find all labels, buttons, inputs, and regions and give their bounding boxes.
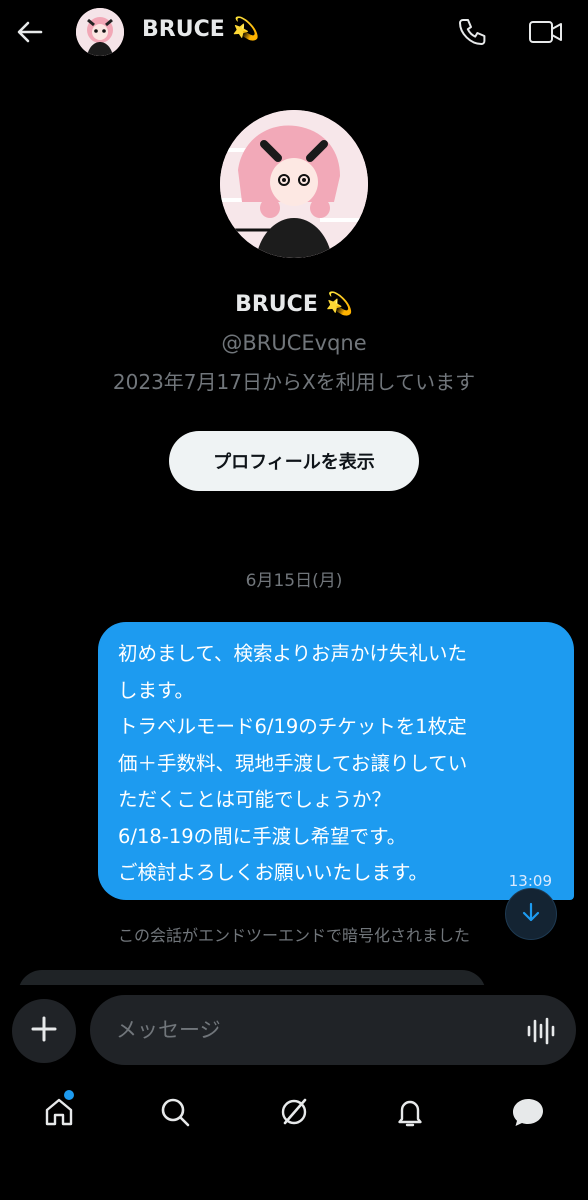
plus-icon xyxy=(30,1015,58,1047)
bottom-navigation xyxy=(0,1080,588,1144)
message-line: 6/18-19の間に手渡し希望です。 xyxy=(118,824,407,848)
profile-avatar[interactable] xyxy=(220,110,368,258)
message-composer xyxy=(0,985,588,1075)
add-attachment-button[interactable] xyxy=(12,999,76,1063)
message-line: 価＋手数料、現地手渡してお譲りしてい xyxy=(118,751,468,775)
voice-waveform-icon[interactable] xyxy=(526,1015,556,1047)
arrow-left-icon[interactable] xyxy=(14,16,46,48)
message-input[interactable] xyxy=(90,995,576,1065)
home-notification-dot xyxy=(64,1090,74,1100)
search-icon[interactable] xyxy=(155,1092,195,1132)
profile-joined-date: 2023年7月17日からXを利用しています xyxy=(112,370,476,394)
video-camera-icon[interactable] xyxy=(528,16,564,48)
message-line: ただくことは可能でしょうか？ xyxy=(118,788,392,811)
profile-handle: @BRUCEvqne xyxy=(221,331,367,355)
profile-name: BRUCE 💫 xyxy=(235,292,353,317)
message-line: ご検討よろしくお願いいたします。 xyxy=(118,861,429,884)
conversation-header: BRUCE 💫 xyxy=(0,0,588,64)
phone-icon[interactable] xyxy=(456,16,488,48)
bell-icon[interactable] xyxy=(390,1092,430,1132)
header-avatar[interactable] xyxy=(76,8,124,56)
message-line: します。 xyxy=(118,678,195,702)
scroll-to-bottom-button[interactable] xyxy=(505,888,557,940)
messages-icon[interactable] xyxy=(508,1092,548,1132)
arrow-down-icon xyxy=(520,901,542,927)
message-line: 初めまして、検索よりお声かけ失礼いた xyxy=(118,642,468,665)
header-contact-name[interactable]: BRUCE 💫 xyxy=(142,17,260,42)
encryption-note: この会話がエンドツーエンドで暗号化されました xyxy=(117,926,470,945)
message-line: トラベルモード6/19のチケットを1枚定 xyxy=(118,715,467,738)
grok-icon[interactable] xyxy=(274,1092,314,1132)
view-profile-button[interactable]: プロフィールを表示 xyxy=(169,431,419,491)
sent-message-bubble[interactable]: 初めまして、検索よりお声かけ失礼いた します。 トラベルモード6/19のチケット… xyxy=(98,622,574,900)
date-separator: 6月15日(月) xyxy=(245,571,343,591)
